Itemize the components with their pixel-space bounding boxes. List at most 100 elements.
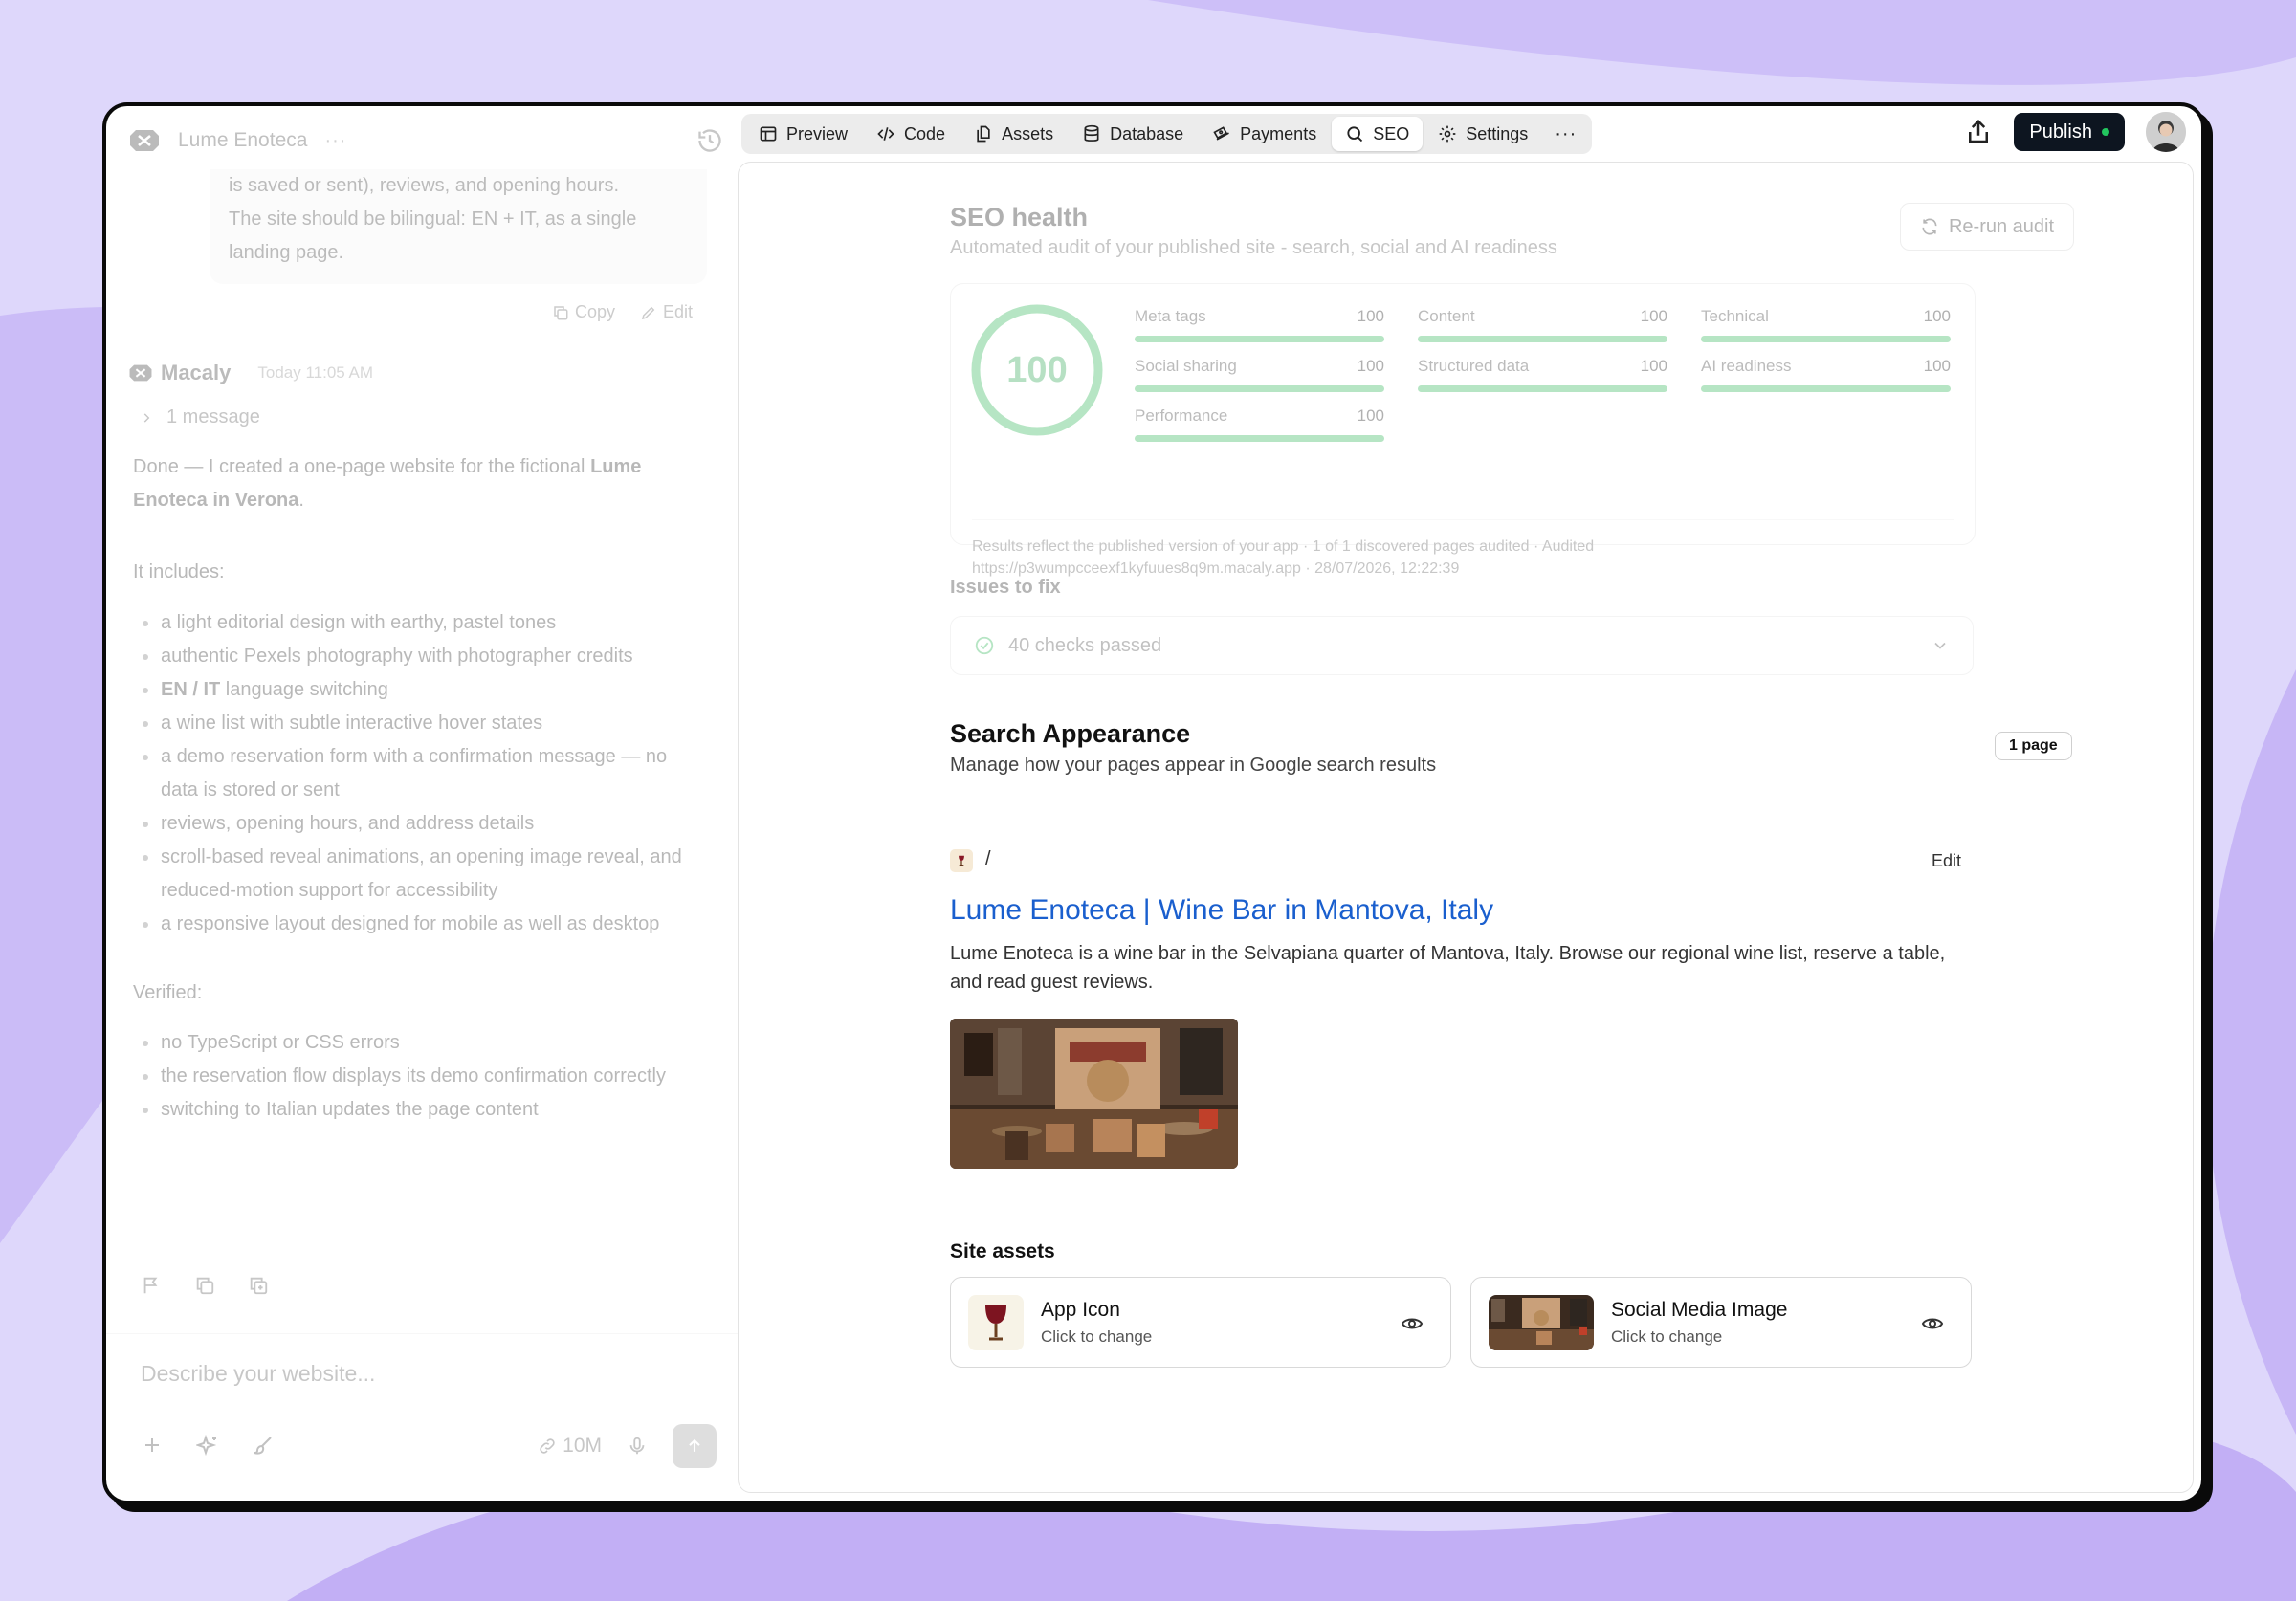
publish-button[interactable]: Publish [2014,113,2125,151]
wine-bar-photo-icon [1489,1295,1594,1350]
verified-list: no TypeScript or CSS errors the reservat… [133,1026,707,1127]
more-tabs-button[interactable]: ··· [1543,117,1588,151]
list-item: the reservation flow displays its demo c… [133,1060,707,1093]
metric-value: 100 [1357,307,1384,325]
assistant-message: Done — I created a one-page website for … [133,450,707,1127]
main-toolbar: Preview Code Assets Database Payments SE… [741,114,1593,154]
issues-label: Issues to fix [950,577,1061,598]
sparkles-icon[interactable] [196,1434,219,1457]
plus-icon[interactable] [141,1434,164,1457]
prompt-input[interactable]: Describe your website... [141,1361,375,1387]
tab-database[interactable]: Database [1069,117,1197,151]
message-timestamp: Today 11:05 AM [257,363,374,382]
list-item: a wine list with subtle interactive hove… [133,707,707,740]
tab-label: Database [1110,123,1184,143]
edit-button[interactable]: Edit [640,302,693,322]
copy-button[interactable]: Copy [552,302,615,322]
database-icon [1084,124,1099,142]
metric-value: 100 [1640,357,1667,375]
metric-label: Structured data [1418,357,1530,375]
social-image-card[interactable]: Social Media Image Click to change [1470,1277,1972,1368]
tab-label: Preview [786,123,849,143]
tab-code[interactable]: Code [863,117,959,151]
chevron-down-icon [1934,642,1946,649]
link-icon [540,1438,555,1454]
microphone-icon[interactable] [627,1436,648,1457]
metric-performance: Performance 100 [1135,406,1384,442]
composer: Describe your website... 10M [106,1333,738,1497]
list-item: EN / IT language switching [133,673,707,707]
history-icon[interactable] [696,127,723,154]
section-subtitle: Automated audit of your published site -… [950,237,1557,258]
asset-name: Social Media Image [1611,1299,1788,1321]
list-item: reviews, opening hours, and address deta… [133,807,707,841]
metric-ai-readiness: AI readiness 100 [1701,357,1951,392]
tab-settings[interactable]: Settings [1424,117,1541,151]
metric-bar [1135,336,1384,342]
section-title: SEO health [950,203,1089,231]
prompt-line: The site should be bilingual: EN + IT, a… [229,208,637,230]
seo-panel: SEO health Automated audit of your publi… [738,162,2194,1493]
intro-text: Done — I created a one-page website for … [133,456,591,477]
tab-label: Assets [1002,123,1054,143]
metric-label: Technical [1701,307,1769,325]
pencil-icon [642,306,655,319]
prompt-line: is saved or sent), reviews, and opening … [229,175,619,196]
metric-meta-tags: Meta tags 100 [1135,307,1384,342]
share-icon[interactable] [1964,118,1993,146]
tab-preview[interactable]: Preview [745,117,861,151]
app-icon-card[interactable]: App Icon Click to change [950,1277,1451,1368]
site-assets-title: Site assets [950,1240,1055,1262]
tab-label: Payments [1240,123,1317,143]
flag-icon[interactable] [141,1275,162,1296]
audit-footer: Results reflect the published version of… [972,519,1954,580]
duplicate-icon[interactable] [248,1275,269,1296]
window-icon [760,126,777,142]
copy-icon[interactable] [194,1275,215,1296]
assistant-name: Macaly [161,361,232,384]
send-button[interactable] [673,1424,717,1468]
tab-payments[interactable]: Payments [1199,117,1330,151]
gear-icon [1439,125,1456,143]
avatar[interactable] [2146,112,2186,152]
health-card: 100 Meta tags 100 Content 100 Technical 100… [950,283,1976,577]
code-icon [877,127,894,141]
tab-seo[interactable]: SEO [1332,117,1424,151]
tab-label: Settings [1466,123,1529,143]
search-result-thumbnail [950,1019,1238,1169]
token-count: 10M [563,1435,602,1457]
publish-label: Publish [2029,121,2092,143]
project-header: Lume Enoteca ··· [128,120,731,162]
thread-toggle[interactable]: 1 message [140,406,260,428]
brush-icon[interactable] [252,1434,275,1457]
metric-value: 100 [1640,307,1667,325]
issues-accordion[interactable]: 40 checks passed [950,616,1974,675]
intro-end: . [298,490,304,511]
verified-label: Verified: [133,982,203,1003]
tab-label: Code [904,123,946,143]
metric-value: 100 [1357,406,1384,425]
eye-icon[interactable] [1401,1312,1424,1335]
project-name[interactable]: Lume Enoteca [178,129,307,152]
project-more-icon[interactable]: ··· [324,130,346,152]
social-image-thumb [1489,1295,1594,1350]
list-item: scroll-based reveal animations, an openi… [133,841,707,908]
tab-assets[interactable]: Assets [960,117,1067,151]
metric-label: Social sharing [1135,357,1237,375]
edit-seo-button[interactable]: Edit [1932,851,1961,871]
message-intro: Done — I created a one-page website for … [133,450,707,517]
metric-value: 100 [1357,357,1384,375]
metric-bar [1418,385,1667,392]
assistant-header: Macaly Today 11:05 AM [128,361,373,385]
metric-bar [1135,385,1384,392]
top-right-actions: Publish [1964,112,2186,152]
eye-icon[interactable] [1921,1312,1944,1335]
metric-bar [1418,336,1667,342]
app-window: Lume Enoteca ··· is saved or sent), revi… [102,102,2205,1504]
message-actions: Copy Edit [552,302,693,322]
rerun-audit-button[interactable]: Re-run audit [1900,203,2074,251]
search-result-title[interactable]: Lume Enoteca | Wine Bar in Mantova, Ital… [950,894,1493,927]
result-path: / [985,848,991,869]
arrow-up-icon [689,1438,700,1452]
metric-technical: Technical 100 [1701,307,1951,342]
